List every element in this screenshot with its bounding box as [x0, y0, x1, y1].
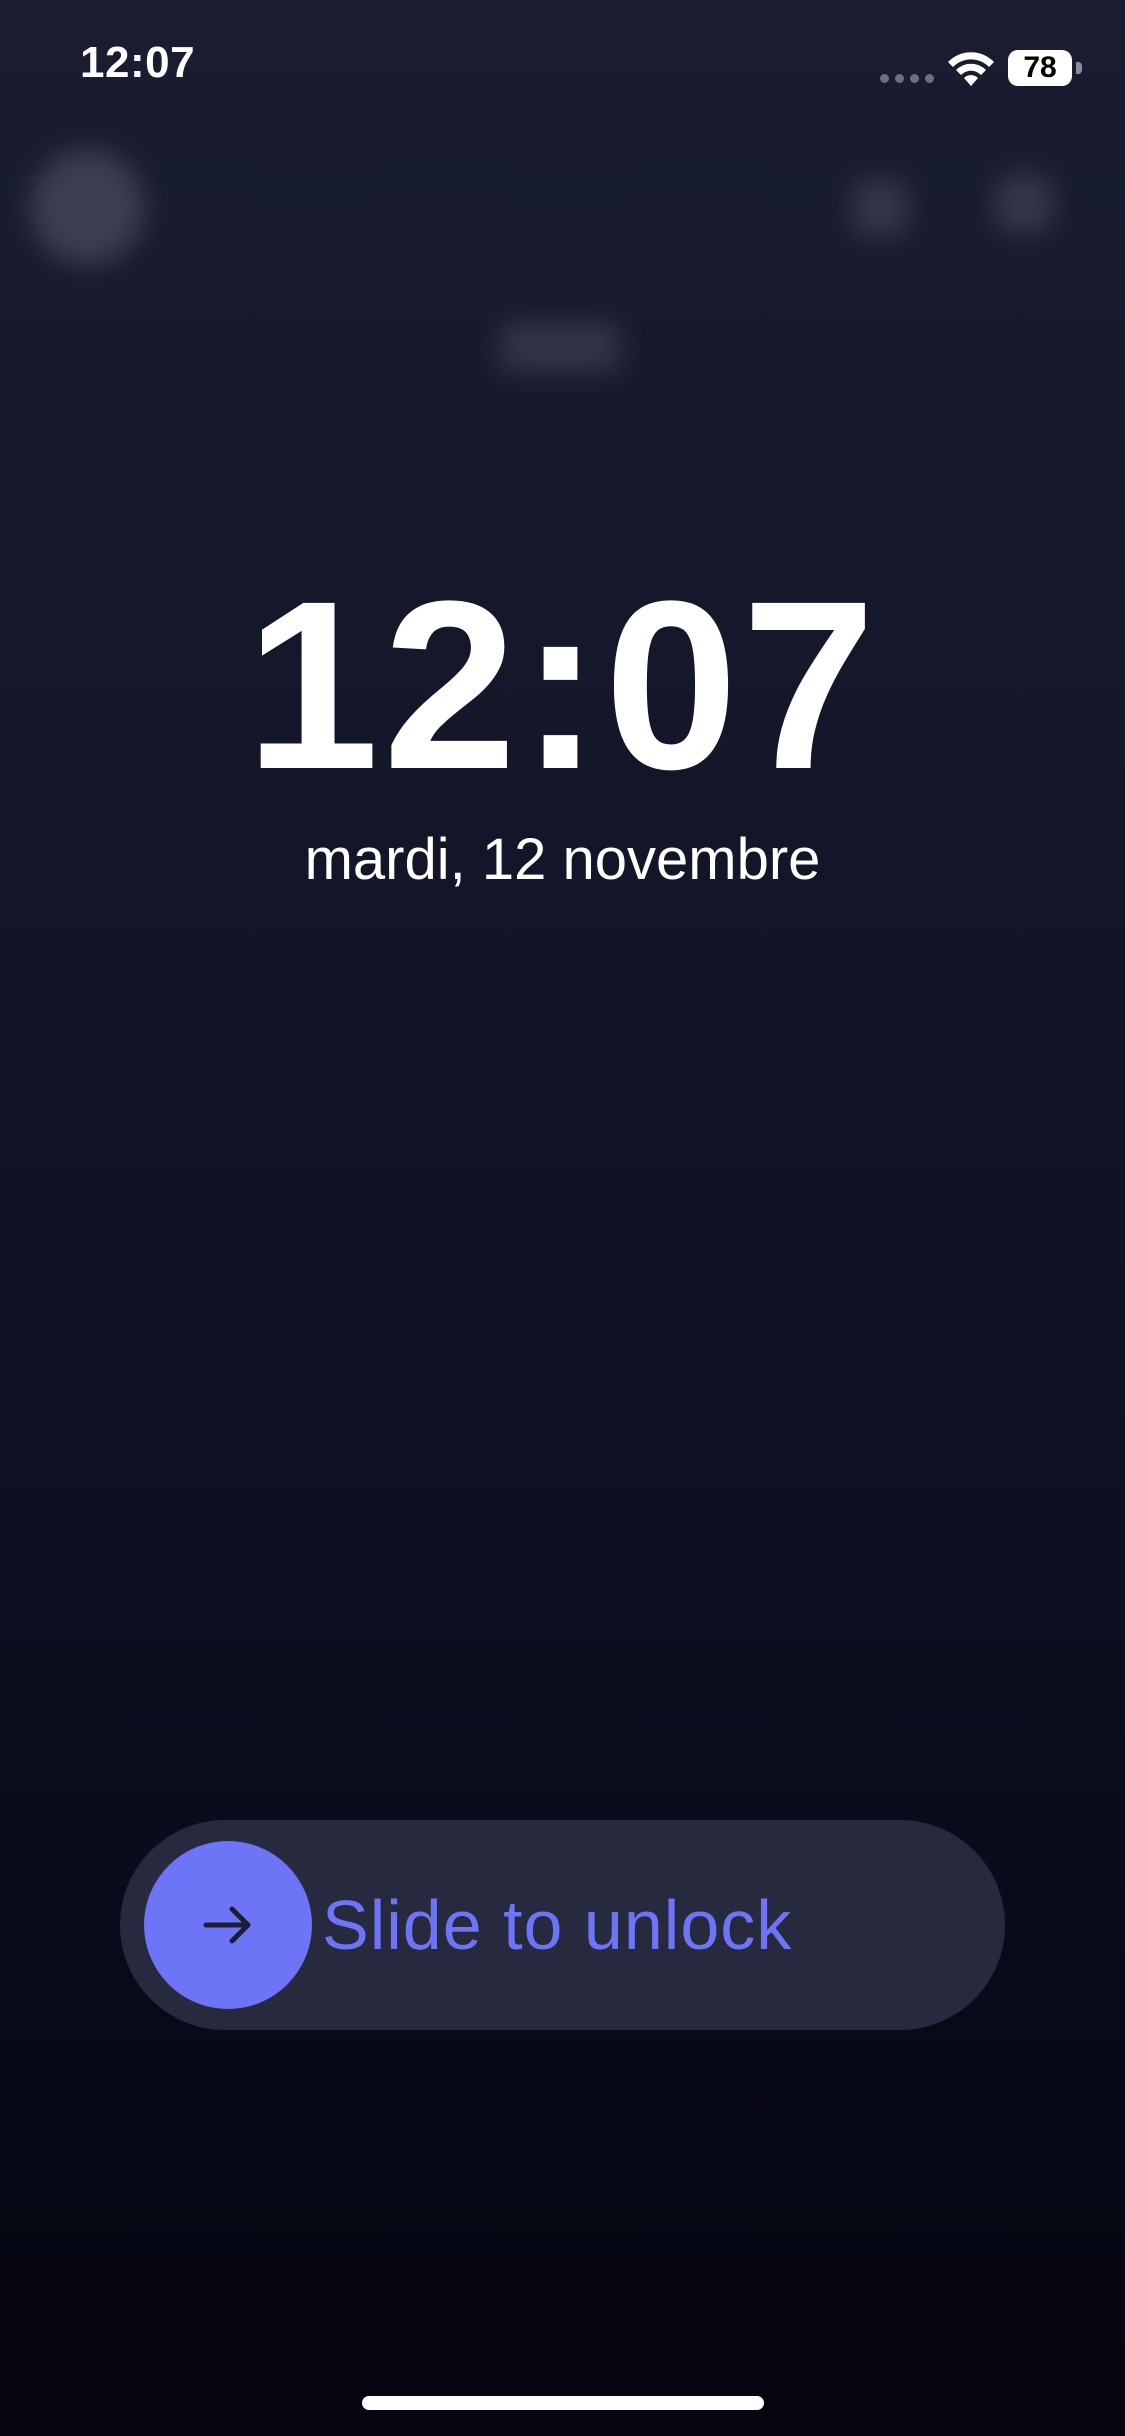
- lock-screen-date: mardi, 12 novembre: [304, 827, 821, 892]
- slide-to-unlock-label: Slide to unlock: [322, 1886, 793, 1964]
- blurred-title: [500, 322, 620, 372]
- slide-to-unlock-track[interactable]: Slide to unlock: [120, 1820, 1005, 2030]
- avatar: [30, 150, 145, 265]
- lock-screen-clock: 12:07: [245, 551, 880, 819]
- wifi-icon: [948, 52, 994, 86]
- battery-cap: [1076, 62, 1082, 74]
- lock-icon: [852, 180, 908, 236]
- status-time: 12:07: [80, 38, 196, 87]
- home-indicator[interactable]: [362, 2396, 764, 2410]
- arrow-right-icon: [203, 1906, 251, 1944]
- gear-icon: [992, 172, 1056, 236]
- slide-to-unlock-knob[interactable]: [144, 1841, 312, 2009]
- cellular-signal-icon: [880, 74, 934, 84]
- status-bar: 12:07 78: [0, 0, 1125, 140]
- battery-icon: 78: [1008, 50, 1072, 86]
